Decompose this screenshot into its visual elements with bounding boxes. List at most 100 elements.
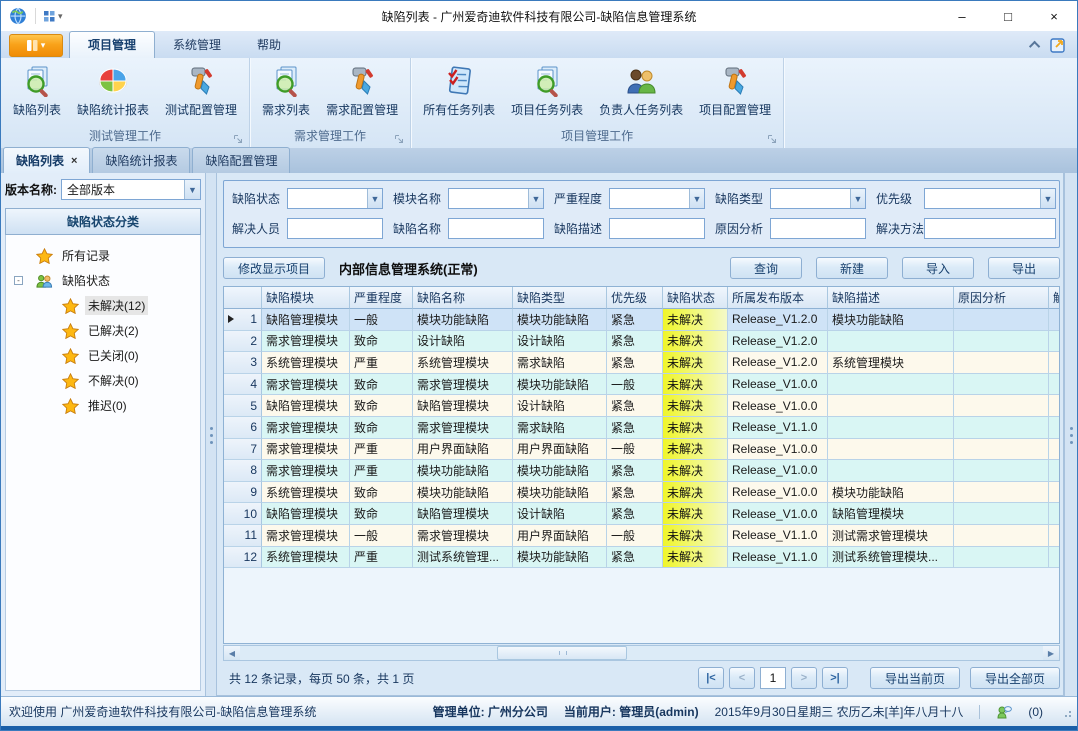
table-cell[interactable]: 需求管理模块 xyxy=(262,331,350,353)
row-header[interactable]: 7 xyxy=(224,439,262,461)
table-cell[interactable]: 系统管理模块 xyxy=(262,352,350,374)
scroll-left-icon[interactable]: ◀ xyxy=(224,646,240,660)
table-cell[interactable]: 模块功能缺陷 xyxy=(513,460,607,482)
table-cell[interactable]: 需求缺陷 xyxy=(513,417,607,439)
table-cell[interactable]: 设计缺陷 xyxy=(513,395,607,417)
table-cell[interactable]: 致命 xyxy=(350,395,413,417)
table-row[interactable]: 9系统管理模块致命模块功能缺陷模块功能缺陷紧急未解决Release_V1.0.0… xyxy=(224,482,1059,504)
table-cell[interactable]: 未解决 xyxy=(663,395,728,417)
row-header[interactable]: 8 xyxy=(224,460,262,482)
message-count-badge[interactable]: (0) xyxy=(1028,705,1043,719)
minimize-button[interactable]: – xyxy=(939,1,985,31)
table-cell[interactable] xyxy=(954,503,1049,525)
close-tab-icon[interactable]: × xyxy=(71,155,77,167)
table-cell[interactable] xyxy=(1049,331,1060,353)
query-button[interactable]: 查询 xyxy=(730,257,802,279)
table-cell[interactable] xyxy=(828,374,954,396)
table-cell[interactable]: 模块功能缺陷 xyxy=(513,547,607,569)
chevron-down-icon[interactable]: ▼ xyxy=(184,180,200,199)
table-cell[interactable]: 致命 xyxy=(350,374,413,396)
ribbon-tab-1[interactable]: 项目管理 xyxy=(69,31,155,58)
table-cell[interactable]: 缺陷管理模块 xyxy=(828,503,954,525)
row-header[interactable]: 9 xyxy=(224,482,262,504)
table-cell[interactable]: 需求管理模块 xyxy=(262,439,350,461)
dialog-launcher-icon[interactable] xyxy=(394,134,405,145)
table-cell[interactable]: 未解决 xyxy=(663,460,728,482)
ribbon-button[interactable]: 缺陷统计报表 xyxy=(69,60,157,121)
table-cell[interactable]: 紧急 xyxy=(607,352,663,374)
table-cell[interactable]: 致命 xyxy=(350,503,413,525)
table-cell[interactable] xyxy=(828,417,954,439)
column-header[interactable]: 缺陷状态 xyxy=(663,287,728,309)
modify-display-columns-button[interactable]: 修改显示项目 xyxy=(223,257,325,279)
table-cell[interactable]: 用户界面缺陷 xyxy=(513,439,607,461)
table-cell[interactable]: 未解决 xyxy=(663,331,728,353)
horizontal-scrollbar[interactable]: ◀ ▶ xyxy=(223,645,1060,661)
table-cell[interactable] xyxy=(1049,309,1060,331)
app-menu-button[interactable]: ▾ xyxy=(9,34,63,57)
filter-input[interactable] xyxy=(770,218,866,239)
ribbon-tab-3[interactable]: 帮助 xyxy=(239,32,299,58)
tree-item-5[interactable]: 已关闭(0) xyxy=(6,343,200,368)
table-cell[interactable] xyxy=(1049,525,1060,547)
table-cell[interactable]: 一般 xyxy=(607,525,663,547)
first-page-button[interactable]: |< xyxy=(698,667,724,689)
column-header[interactable]: 所属发布版本 xyxy=(728,287,828,309)
table-row[interactable]: 1缺陷管理模块一般模块功能缺陷模块功能缺陷紧急未解决Release_V1.2.0… xyxy=(224,309,1059,331)
page-number-input[interactable]: 1 xyxy=(760,667,786,689)
chevron-down-icon[interactable]: ▼ xyxy=(1040,189,1055,208)
table-cell[interactable] xyxy=(954,374,1049,396)
table-cell[interactable]: 测试系统管理模块... xyxy=(828,547,954,569)
version-select[interactable]: 全部版本 ▼ xyxy=(61,179,201,200)
table-cell[interactable]: 紧急 xyxy=(607,331,663,353)
table-cell[interactable]: 需求管理模块 xyxy=(413,374,513,396)
table-cell[interactable]: 模块功能缺陷 xyxy=(513,482,607,504)
filter-input[interactable] xyxy=(609,218,705,239)
table-cell[interactable]: Release_V1.0.0 xyxy=(728,395,828,417)
table-cell[interactable] xyxy=(1049,395,1060,417)
table-cell[interactable] xyxy=(1049,439,1060,461)
table-cell[interactable] xyxy=(954,547,1049,569)
column-header[interactable]: 优先级 xyxy=(607,287,663,309)
next-page-button[interactable]: > xyxy=(791,667,817,689)
tree-item-2[interactable]: -缺陷状态 xyxy=(6,268,200,293)
scrollbar-thumb[interactable] xyxy=(497,646,627,660)
column-header[interactable]: 解决方法 xyxy=(1049,287,1060,309)
table-cell[interactable]: 系统管理模块 xyxy=(262,547,350,569)
left-splitter[interactable] xyxy=(206,173,216,696)
column-header[interactable]: 缺陷模块 xyxy=(262,287,350,309)
table-cell[interactable]: 严重 xyxy=(350,352,413,374)
table-row[interactable]: 12系统管理模块严重测试系统管理...模块功能缺陷紧急未解决Release_V1… xyxy=(224,547,1059,569)
switch-window-icon[interactable] xyxy=(1050,36,1067,53)
dialog-launcher-icon[interactable] xyxy=(767,134,778,145)
table-cell[interactable]: 用户界面缺陷 xyxy=(513,525,607,547)
table-cell[interactable]: 设计缺陷 xyxy=(513,331,607,353)
quick-access-toolbar-button[interactable]: ▾ xyxy=(44,11,63,22)
scrollbar-track[interactable] xyxy=(240,646,1043,660)
table-cell[interactable]: 一般 xyxy=(350,309,413,331)
column-header[interactable]: 严重程度 xyxy=(350,287,413,309)
expander-minus-icon[interactable]: - xyxy=(14,276,23,285)
table-cell[interactable]: 需求管理模块 xyxy=(262,525,350,547)
row-header[interactable]: 4 xyxy=(224,374,262,396)
tree-item-6[interactable]: 不解决(0) xyxy=(6,368,200,393)
table-cell[interactable]: Release_V1.2.0 xyxy=(728,352,828,374)
resize-grip[interactable] xyxy=(1061,707,1071,717)
table-cell[interactable] xyxy=(1049,482,1060,504)
export-current-page-button[interactable]: 导出当前页 xyxy=(870,667,960,689)
table-cell[interactable]: Release_V1.0.0 xyxy=(728,460,828,482)
tree-item-1[interactable]: 所有记录 xyxy=(6,243,200,268)
row-header[interactable]: 10 xyxy=(224,503,262,525)
table-cell[interactable] xyxy=(954,525,1049,547)
table-cell[interactable] xyxy=(954,309,1049,331)
filter-dropdown[interactable]: ▼ xyxy=(924,188,1056,209)
table-cell[interactable]: 需求管理模块 xyxy=(413,525,513,547)
chevron-down-icon[interactable]: ▼ xyxy=(689,189,704,208)
close-button[interactable]: × xyxy=(1031,1,1077,31)
table-cell[interactable]: Release_V1.0.0 xyxy=(728,503,828,525)
ribbon-button[interactable]: 缺陷列表 xyxy=(5,60,69,121)
table-cell[interactable]: Release_V1.1.0 xyxy=(728,525,828,547)
table-cell[interactable]: 未解决 xyxy=(663,439,728,461)
table-cell[interactable]: 未解决 xyxy=(663,352,728,374)
doc-tab-2[interactable]: 缺陷统计报表 xyxy=(92,147,190,173)
